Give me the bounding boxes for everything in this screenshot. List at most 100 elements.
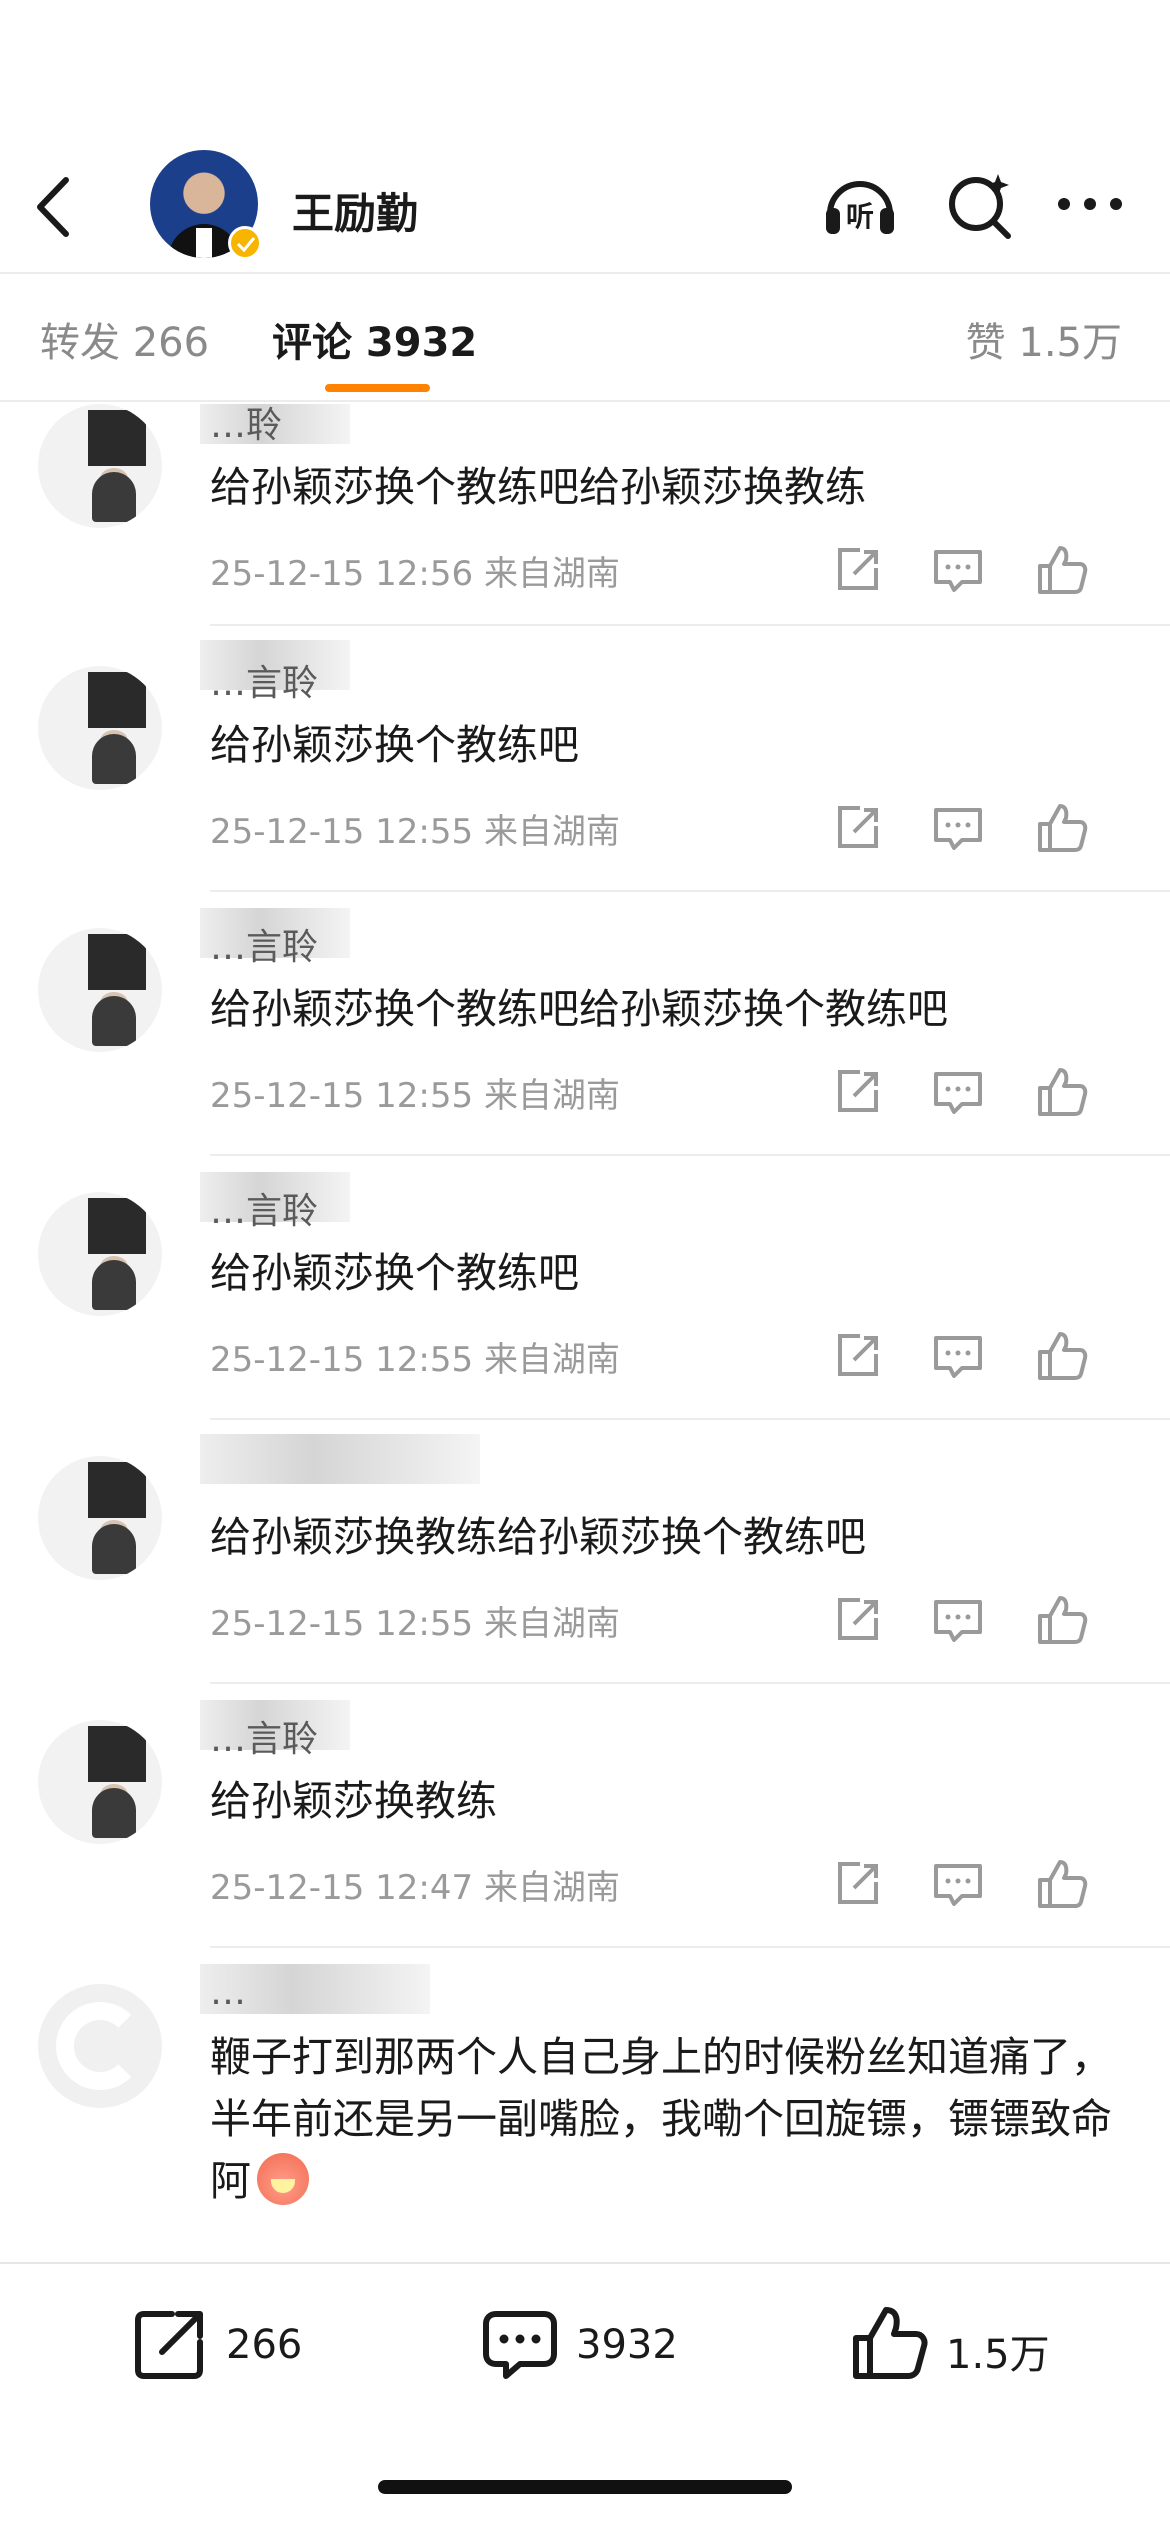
commenter-name[interactable]: … — [210, 1972, 246, 2013]
reply-button[interactable] — [930, 1328, 986, 1384]
tab-reposts[interactable]: 转发 266 — [40, 310, 209, 368]
share-button[interactable] — [830, 1328, 886, 1384]
comment-location: 来自湖南 — [483, 812, 620, 852]
commenter-name[interactable]: …言聆 — [210, 654, 318, 706]
more-button[interactable] — [1050, 164, 1130, 244]
comment-location: 来自湖南 — [483, 1340, 620, 1380]
comment-actions — [830, 1856, 1130, 1912]
reply-button[interactable] — [930, 1064, 986, 1120]
name-redaction — [200, 1434, 480, 1484]
comment-icon — [934, 1336, 982, 1378]
back-button[interactable] — [30, 172, 90, 242]
comment-item[interactable]: …言聆 给孙颖莎换教练 25-12-15 12:47 来自湖南 — [0, 1684, 1170, 1948]
share-icon — [838, 548, 878, 590]
tab-likes[interactable]: 赞 1.5万 — [966, 310, 1122, 368]
comment-text: 给孙颖莎换个教练吧 — [210, 721, 579, 769]
comment-actions — [830, 1592, 1130, 1648]
like-button[interactable] — [1034, 1856, 1090, 1912]
comment-text: 给孙颖莎换个教练吧 — [210, 1249, 579, 1297]
listen-button[interactable]: 听 — [820, 164, 900, 244]
back-chevron-icon — [37, 177, 69, 237]
thumbs-up-icon — [1038, 804, 1088, 852]
commenter-name[interactable]: …言聆 — [210, 918, 318, 970]
verified-badge-icon — [228, 226, 262, 260]
commenter-avatar[interactable] — [38, 1720, 162, 1844]
share-button[interactable] — [830, 800, 886, 856]
home-indicator[interactable] — [378, 2480, 792, 2494]
active-tab-indicator — [325, 384, 430, 392]
share-icon — [838, 1070, 878, 1112]
share-icon — [838, 1862, 878, 1904]
comment-time: 25-12-15 12:55 — [210, 1604, 474, 1644]
tab-bar: 转发 266 评论 3932 赞 1.5万 — [0, 290, 1170, 392]
commenter-avatar[interactable] — [38, 928, 162, 1052]
comment-location: 来自湖南 — [483, 1076, 620, 1116]
reply-button[interactable] — [930, 542, 986, 598]
comment-time: 25-12-15 12:47 — [210, 1868, 474, 1908]
share-button[interactable] — [830, 1856, 886, 1912]
commenter-avatar[interactable] — [38, 1456, 162, 1580]
share-button[interactable] — [830, 1064, 886, 1120]
thumbs-up-icon — [1038, 546, 1088, 594]
commenter-name[interactable]: …言聆 — [210, 1710, 318, 1762]
comment-item[interactable]: …聆 给孙颖莎换个教练吧给孙颖莎换教练 25-12-15 12:56 来自湖南 — [0, 404, 1170, 628]
comment-location: 来自湖南 — [483, 1868, 620, 1908]
commenter-avatar[interactable] — [38, 666, 162, 790]
comment-text: 给孙颖莎换个教练吧给孙颖莎换个教练吧 — [210, 985, 948, 1033]
comment-item[interactable]: 给孙颖莎换教练给孙颖莎换个教练吧 25-12-15 12:55 来自湖南 — [0, 1420, 1170, 1684]
share-icon — [838, 1598, 878, 1640]
repost-count: 266 — [226, 2322, 303, 2368]
thumbs-up-icon — [1038, 1068, 1088, 1116]
reply-button[interactable] — [930, 1856, 986, 1912]
like-button[interactable] — [1034, 542, 1090, 598]
like-button[interactable] — [1034, 1064, 1090, 1120]
comment-count: 3932 — [576, 2322, 678, 2368]
commenter-avatar[interactable] — [38, 1984, 162, 2108]
commenter-name[interactable]: …言聆 — [210, 1182, 318, 1234]
commenter-name[interactable]: …聆 — [210, 404, 282, 448]
comment-icon — [934, 1600, 982, 1642]
share-button[interactable] — [830, 542, 886, 598]
thumbs-up-icon — [1038, 1596, 1088, 1644]
tab-comments[interactable]: 评论 3932 — [272, 310, 477, 368]
profile-avatar[interactable] — [150, 150, 262, 262]
reply-button[interactable] — [930, 800, 986, 856]
more-icon — [1058, 198, 1122, 210]
comment-actions — [830, 542, 1130, 598]
bottom-action-bar: 266 3932 1.5万 — [0, 2264, 1170, 2434]
commenter-avatar[interactable] — [38, 404, 162, 528]
comment-actions — [830, 1064, 1130, 1120]
comment-icon — [934, 1864, 982, 1906]
comment-item[interactable]: …言聆 给孙颖莎换个教练吧给孙颖莎换个教练吧 25-12-15 12:55 来自… — [0, 892, 1170, 1156]
like-button[interactable] — [1034, 1328, 1090, 1384]
comment-text: 鞭子打到那两个人自己身上的时候粉丝知道痛了，半年前还是另一副嘴脸，我嘞个回旋镖，… — [210, 2026, 1140, 2212]
repost-icon — [135, 2311, 203, 2379]
like-button[interactable] — [1034, 800, 1090, 856]
comment-item[interactable]: …言聆 给孙颖莎换个教练吧 25-12-15 12:55 来自湖南 — [0, 626, 1170, 890]
comment-icon — [934, 550, 982, 592]
like-button[interactable] — [1034, 1592, 1090, 1648]
comment-text: 给孙颖莎换教练给孙颖莎换个教练吧 — [210, 1513, 866, 1561]
comment-list[interactable]: …聆 给孙颖莎换个教练吧给孙颖莎换教练 25-12-15 12:56 来自湖南 … — [0, 404, 1170, 2259]
search-button[interactable] — [940, 164, 1020, 244]
share-icon — [838, 806, 878, 848]
commenter-avatar[interactable] — [38, 1192, 162, 1316]
comment-icon — [934, 808, 982, 850]
svg-text:听: 听 — [846, 200, 874, 233]
share-button[interactable] — [830, 1592, 886, 1648]
reply-button[interactable] — [930, 1592, 986, 1648]
comment-text: 给孙颖莎换个教练吧给孙颖莎换教练 — [210, 463, 866, 511]
thumbs-up-icon — [1038, 1332, 1088, 1380]
divider — [0, 400, 1170, 402]
comment-item[interactable]: … 鞭子打到那两个人自己身上的时候粉丝知道痛了，半年前还是另一副嘴脸，我嘞个回旋… — [0, 1948, 1170, 2259]
thumbs-up-icon — [1038, 1860, 1088, 1908]
thumbs-up-icon — [853, 2307, 928, 2379]
comment-time: 25-12-15 12:55 — [210, 812, 474, 852]
page-title[interactable]: 王励勤 — [292, 180, 418, 241]
comment-text: 给孙颖莎换教练 — [210, 1777, 497, 1825]
comment-actions — [830, 1328, 1130, 1384]
comment-time: 25-12-15 12:55 — [210, 1076, 474, 1116]
comment-text-content: 鞭子打到那两个人自己身上的时候粉丝知道痛了，半年前还是另一副嘴脸，我嘞个回旋镖，… — [210, 2033, 1112, 2205]
like-count: 1.5万 — [946, 2332, 1050, 2378]
comment-item[interactable]: …言聆 给孙颖莎换个教练吧 25-12-15 12:55 来自湖南 — [0, 1156, 1170, 1420]
